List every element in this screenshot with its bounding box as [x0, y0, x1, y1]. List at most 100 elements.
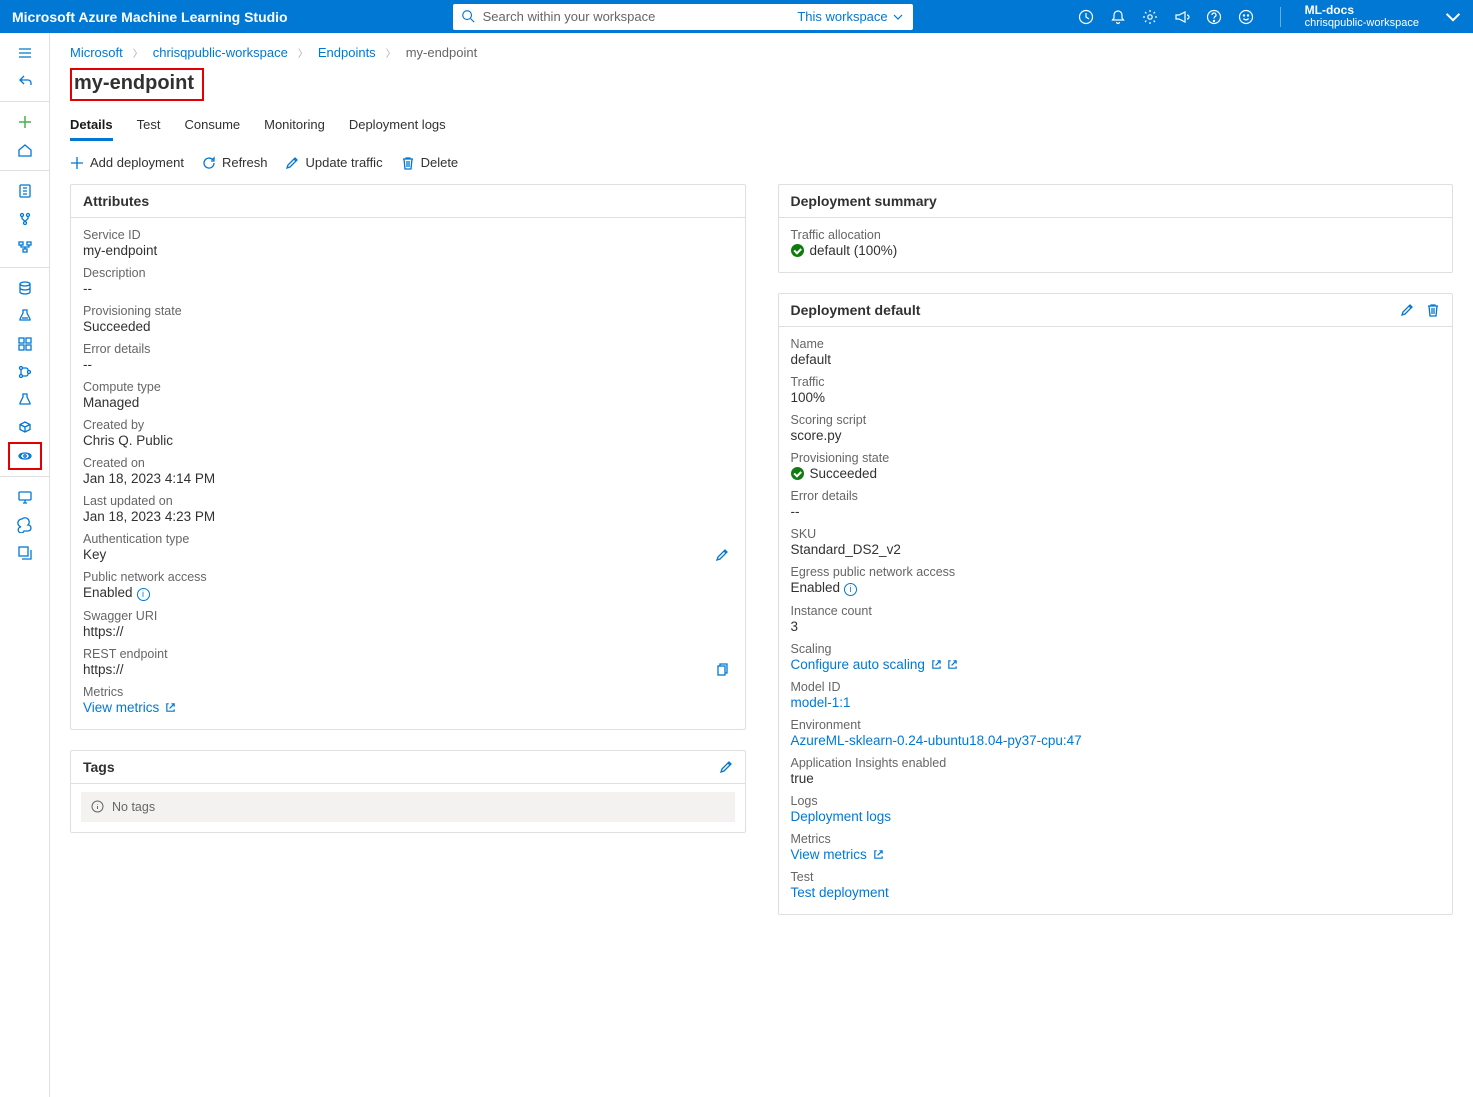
- field-created-on: Created onJan 18, 2023 4:14 PM: [83, 452, 733, 490]
- chevron-down-icon[interactable]: [1445, 9, 1461, 25]
- attributes-card: Attributes Service IDmy-endpoint Descrip…: [70, 184, 746, 730]
- nav-pipelines[interactable]: [0, 358, 49, 386]
- tab-test[interactable]: Test: [137, 111, 161, 141]
- nav-separator: [0, 170, 49, 171]
- field-scoring-script: Scoring scriptscore.py: [791, 409, 1441, 447]
- chevron-down-icon: [893, 12, 903, 22]
- right-column: Deployment summary Traffic allocation de…: [778, 184, 1454, 935]
- plus-icon: [70, 156, 84, 170]
- main-content: Microsoft 〉 chrisqpublic-workspace 〉 Endpo…: [50, 33, 1473, 1097]
- nav-notebooks[interactable]: [0, 177, 49, 205]
- breadcrumb-link[interactable]: chrisqpublic-workspace: [153, 45, 288, 60]
- megaphone-icon[interactable]: [1174, 9, 1190, 25]
- nav-separator: [0, 476, 49, 477]
- field-logs: LogsDeployment logs: [791, 790, 1441, 828]
- field-model-id: Model IDmodel-1:1: [791, 676, 1441, 714]
- tabs: Details Test Consume Monitoring Deployme…: [70, 111, 1453, 141]
- search-scope-dropdown[interactable]: This workspace: [797, 4, 902, 30]
- field-last-updated: Last updated onJan 18, 2023 4:23 PM: [83, 490, 733, 528]
- nav-back[interactable]: [0, 67, 49, 95]
- deployment-summary-card: Deployment summary Traffic allocation de…: [778, 184, 1454, 273]
- breadcrumb-link[interactable]: Endpoints: [318, 45, 376, 60]
- nav-separator: [0, 101, 49, 102]
- clock-icon[interactable]: [1078, 9, 1094, 25]
- edit-icon[interactable]: [719, 760, 733, 774]
- test-deployment-link[interactable]: Test deployment: [791, 884, 1441, 900]
- update-traffic-button[interactable]: Update traffic: [285, 155, 382, 170]
- model-link[interactable]: model-1:1: [791, 694, 1441, 710]
- external-link-icon: [947, 659, 958, 670]
- configure-scaling-link[interactable]: Configure auto scaling: [791, 656, 1441, 672]
- nav-models[interactable]: [0, 414, 49, 442]
- view-metrics-link[interactable]: View metrics: [791, 846, 1441, 862]
- field-auth-type: Authentication typeKey: [83, 528, 733, 566]
- nav-endpoints[interactable]: [8, 442, 42, 470]
- field-instance-count: Instance count3: [791, 600, 1441, 638]
- account-switcher[interactable]: ML-docs chrisqpublic-workspace: [1305, 4, 1419, 29]
- nav-environments[interactable]: [0, 386, 49, 414]
- nav-automl[interactable]: [0, 205, 49, 233]
- nav-home[interactable]: [0, 136, 49, 164]
- external-link-icon: [165, 702, 176, 713]
- nav-hamburger[interactable]: [0, 39, 49, 67]
- nav-datastores[interactable]: [0, 511, 49, 539]
- add-deployment-button[interactable]: Add deployment: [70, 155, 184, 170]
- environment-link[interactable]: AzureML-sklearn-0.24-ubuntu18.04-py37-cp…: [791, 732, 1441, 748]
- action-bar: Add deployment Refresh Update traffic De…: [70, 145, 1453, 184]
- external-link-icon: [931, 659, 942, 670]
- nav-compute[interactable]: [0, 483, 49, 511]
- trash-icon: [401, 156, 415, 170]
- help-icon[interactable]: [1206, 9, 1222, 25]
- field-scaling: ScalingConfigure auto scaling: [791, 638, 1441, 676]
- deployment-logs-link[interactable]: Deployment logs: [791, 808, 1441, 824]
- header-icons: ML-docs chrisqpublic-workspace: [1078, 4, 1461, 29]
- field-metrics: MetricsView metrics: [791, 828, 1441, 866]
- tags-card: Tags No tags: [70, 750, 746, 833]
- chevron-right-icon: 〉: [386, 45, 396, 60]
- tab-deployment-logs[interactable]: Deployment logs: [349, 111, 446, 141]
- copy-icon[interactable]: [715, 663, 729, 677]
- field-metrics: MetricsView metrics: [83, 681, 733, 719]
- search-wrap: This workspace: [453, 4, 913, 30]
- info-icon: [91, 800, 104, 813]
- account-subscription: chrisqpublic-workspace: [1305, 17, 1419, 29]
- chevron-right-icon: 〉: [133, 45, 143, 60]
- left-nav: [0, 33, 50, 1097]
- nav-jobs[interactable]: [0, 302, 49, 330]
- nav-add[interactable]: [0, 108, 49, 136]
- field-error-details: Error details--: [791, 485, 1441, 523]
- edit-icon[interactable]: [715, 548, 729, 562]
- field-provisioning-state: Provisioning stateSucceeded: [83, 300, 733, 338]
- nav-data[interactable]: [0, 274, 49, 302]
- left-column: Attributes Service IDmy-endpoint Descrip…: [70, 184, 746, 853]
- nav-linked[interactable]: [0, 539, 49, 567]
- trash-icon[interactable]: [1426, 303, 1440, 317]
- tab-details[interactable]: Details: [70, 111, 113, 141]
- delete-button[interactable]: Delete: [401, 155, 459, 170]
- gear-icon[interactable]: [1142, 9, 1158, 25]
- field-app-insights: Application Insights enabledtrue: [791, 752, 1441, 790]
- external-link-icon: [873, 849, 884, 860]
- nav-designer[interactable]: [0, 233, 49, 261]
- info-icon[interactable]: i: [137, 588, 150, 601]
- success-icon: [791, 244, 804, 257]
- view-metrics-link[interactable]: View metrics: [83, 699, 733, 715]
- field-created-by: Created byChris Q. Public: [83, 414, 733, 452]
- search-icon: [461, 9, 475, 23]
- field-egress: Egress public network accessEnabledi: [791, 561, 1441, 600]
- success-icon: [791, 467, 804, 480]
- nav-components[interactable]: [0, 330, 49, 358]
- tab-monitoring[interactable]: Monitoring: [264, 111, 325, 141]
- field-compute-type: Compute typeManaged: [83, 376, 733, 414]
- info-icon[interactable]: i: [844, 583, 857, 596]
- account-workspace: ML-docs: [1305, 4, 1419, 17]
- breadcrumb-link[interactable]: Microsoft: [70, 45, 123, 60]
- smile-icon[interactable]: [1238, 9, 1254, 25]
- tab-consume[interactable]: Consume: [184, 111, 240, 141]
- edit-icon[interactable]: [1400, 303, 1414, 317]
- bell-icon[interactable]: [1110, 9, 1126, 25]
- refresh-button[interactable]: Refresh: [202, 155, 268, 170]
- header-separator: [1280, 7, 1281, 27]
- breadcrumb-current: my-endpoint: [406, 45, 478, 60]
- field-traffic-allocation: Traffic allocation default (100%): [791, 224, 1441, 262]
